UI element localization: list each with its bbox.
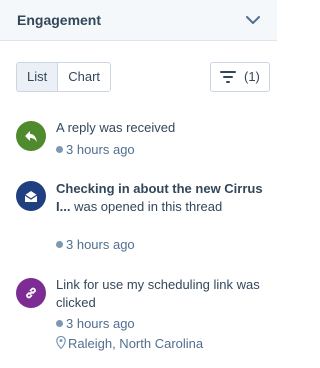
view-toggle: List Chart	[16, 62, 112, 92]
filter-count: (1)	[244, 69, 260, 84]
item-text: A reply was received	[56, 120, 176, 135]
reply-arrow-icon	[25, 131, 37, 142]
location-text: Raleigh, North Carolina	[68, 336, 204, 351]
list-item: Link for use my scheduling link was clic…	[16, 277, 271, 358]
filter-icon	[220, 71, 236, 83]
list-view-button[interactable]: List	[17, 63, 58, 91]
item-time: 3 hours ago	[56, 141, 135, 159]
item-time: 3 hours ago	[56, 236, 135, 254]
link-icon	[26, 287, 36, 299]
clock-icon	[56, 241, 63, 248]
filter-button[interactable]: (1)	[210, 62, 270, 92]
item-description: was opened in this thread	[74, 199, 223, 214]
reply-avatar	[16, 121, 46, 151]
section-title: Engagement	[17, 12, 102, 28]
chevron-down-icon[interactable]	[245, 14, 261, 26]
item-text: Checking in about the new Cirrus I... wa…	[56, 180, 266, 216]
envelope-open-icon	[24, 191, 38, 202]
time-text: 3 hours ago	[66, 316, 135, 331]
clock-icon	[56, 320, 63, 327]
time-text: 3 hours ago	[66, 237, 135, 252]
location-pin-icon	[56, 336, 66, 349]
engagement-header[interactable]: Engagement	[0, 0, 277, 41]
link-avatar	[16, 278, 46, 308]
time-text: 3 hours ago	[66, 142, 135, 157]
item-text: Link for use my scheduling link was clic…	[56, 277, 260, 310]
list-item: A reply was received 3 hours ago	[16, 120, 271, 161]
email-avatar	[16, 181, 46, 211]
item-location: Raleigh, North Carolina	[56, 335, 203, 353]
chart-view-button[interactable]: Chart	[58, 63, 111, 91]
clock-icon	[56, 146, 63, 153]
item-time: 3 hours ago	[56, 315, 135, 333]
list-item: Checking in about the new Cirrus I... wa…	[16, 181, 271, 256]
